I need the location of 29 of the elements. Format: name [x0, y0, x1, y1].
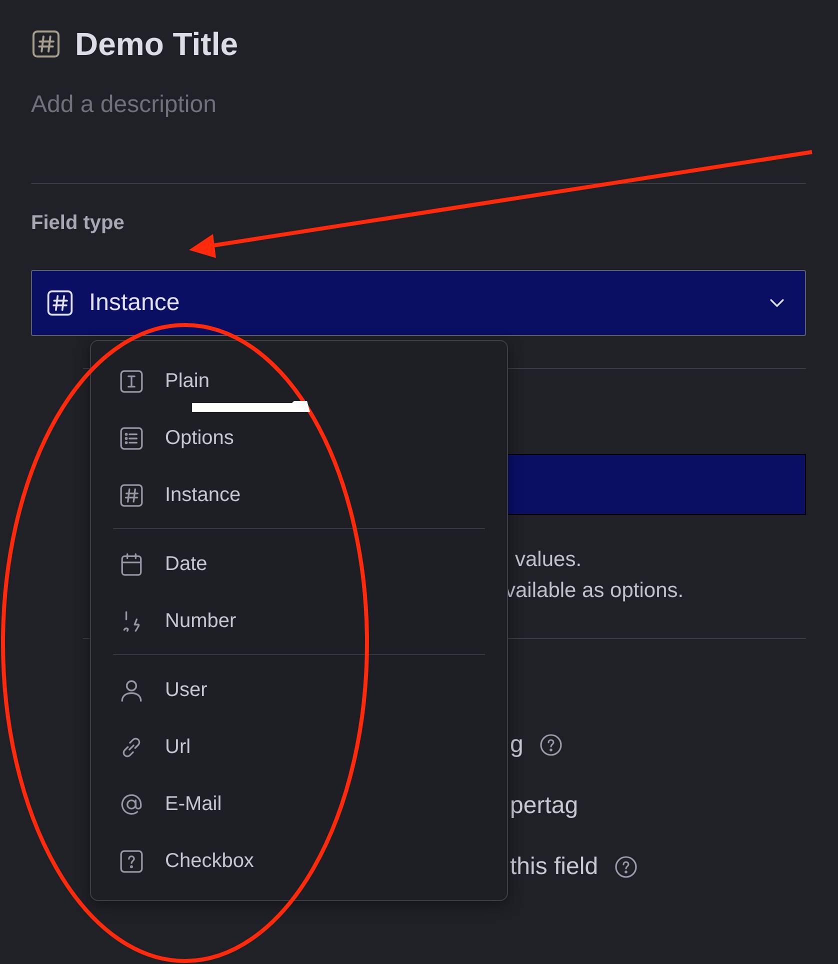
menu-item[interactable]: Options — [91, 410, 507, 467]
input-field[interactable] — [508, 454, 806, 515]
calendar-icon — [119, 552, 144, 577]
menu-item[interactable]: Url — [91, 719, 507, 776]
page-title: Demo Title — [75, 25, 238, 64]
help-icon[interactable] — [614, 854, 638, 878]
hash-icon — [119, 483, 144, 508]
field-type-select[interactable]: Instance — [31, 270, 806, 336]
option-label: this field — [510, 852, 598, 880]
field-label: Field type — [31, 211, 126, 236]
at-sign-icon — [119, 792, 144, 817]
help-text: vailable as options. — [505, 578, 684, 604]
menu-item[interactable]: Date — [91, 536, 507, 593]
hash-icon — [31, 29, 61, 59]
help-text: values. — [515, 547, 582, 573]
help-icon[interactable] — [539, 732, 564, 756]
menu-item[interactable]: User — [91, 662, 507, 719]
text-cursor-icon — [119, 369, 144, 394]
menu-item[interactable]: Plain — [91, 353, 507, 410]
option-label: g — [510, 730, 524, 758]
menu-item[interactable]: Number — [91, 593, 507, 650]
option-label: pertag — [510, 792, 578, 820]
list-icon — [119, 426, 144, 451]
menu-item[interactable]: E-Mail — [91, 776, 507, 833]
person-icon — [119, 678, 144, 703]
menu-item[interactable]: Instance — [91, 467, 507, 524]
menu-item[interactable]: Checkbox — [91, 833, 507, 890]
hash-icon — [46, 289, 74, 317]
question-box-icon — [119, 849, 144, 874]
